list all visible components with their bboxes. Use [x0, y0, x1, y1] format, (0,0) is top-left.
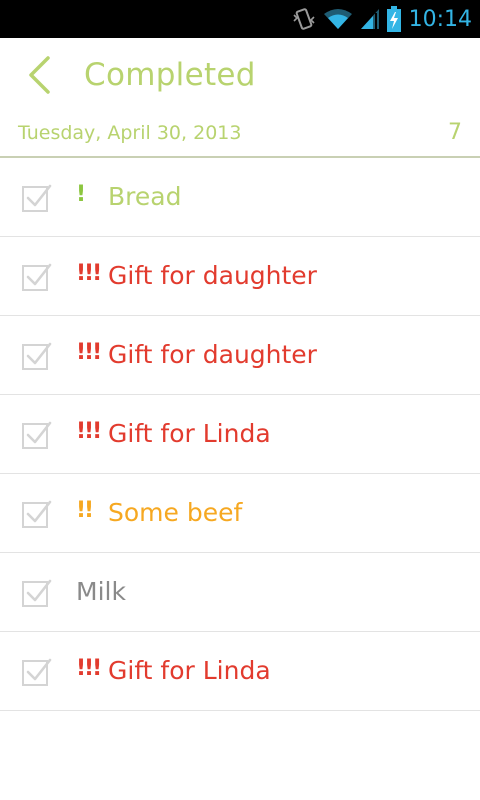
- task-label: Gift for Linda: [108, 656, 271, 685]
- task-item[interactable]: !!! Gift for Linda: [0, 395, 480, 474]
- task-count: 7: [448, 120, 462, 145]
- task-label: Milk: [76, 577, 126, 606]
- checked-checkbox-icon[interactable]: [20, 419, 52, 451]
- back-chevron-icon: [29, 56, 50, 94]
- priority-marker: !: [76, 182, 86, 207]
- checked-checkbox-icon[interactable]: [20, 182, 52, 214]
- task-label: Some beef: [108, 498, 243, 527]
- priority-marker: !!!: [76, 340, 102, 365]
- action-bar: Completed: [0, 38, 480, 112]
- wifi-icon: [323, 9, 352, 29]
- battery-charging-icon: [386, 6, 401, 32]
- task-item[interactable]: Milk: [0, 553, 480, 632]
- checked-checkbox-icon[interactable]: [20, 340, 52, 372]
- task-item[interactable]: !!! Gift for daughter: [0, 316, 480, 395]
- task-item[interactable]: !!! Gift for Linda: [0, 632, 480, 711]
- task-label: Gift for Linda: [108, 419, 271, 448]
- status-icons: 10:14: [291, 0, 472, 38]
- checked-checkbox-icon[interactable]: [20, 656, 52, 688]
- date-label: Tuesday, April 30, 2013: [18, 122, 242, 144]
- priority-marker: !!: [76, 498, 94, 523]
- task-list: ! Bread!!! Gift for daughter!!! Gift for da…: [0, 158, 480, 711]
- priority-marker: !!!: [76, 419, 102, 444]
- task-label: Bread: [108, 182, 182, 211]
- task-item[interactable]: !! Some beef: [0, 474, 480, 553]
- date-group-header: Tuesday, April 30, 2013 7: [0, 112, 480, 158]
- status-bar: 10:14: [0, 0, 480, 38]
- task-item[interactable]: !!! Gift for daughter: [0, 237, 480, 316]
- priority-marker: !!!: [76, 261, 102, 286]
- vibrate-icon: [293, 8, 315, 30]
- back-button[interactable]: [14, 52, 64, 98]
- checked-checkbox-icon[interactable]: [20, 498, 52, 530]
- checked-checkbox-icon[interactable]: [20, 261, 52, 293]
- status-time: 10:14: [408, 6, 472, 32]
- signal-icon: [360, 9, 379, 29]
- page-title: Completed: [84, 57, 256, 93]
- task-item[interactable]: ! Bread: [0, 158, 480, 237]
- task-label: Gift for daughter: [108, 261, 317, 290]
- priority-marker: !!!: [76, 656, 102, 681]
- checked-checkbox-icon[interactable]: [20, 577, 52, 609]
- task-label: Gift for daughter: [108, 340, 317, 369]
